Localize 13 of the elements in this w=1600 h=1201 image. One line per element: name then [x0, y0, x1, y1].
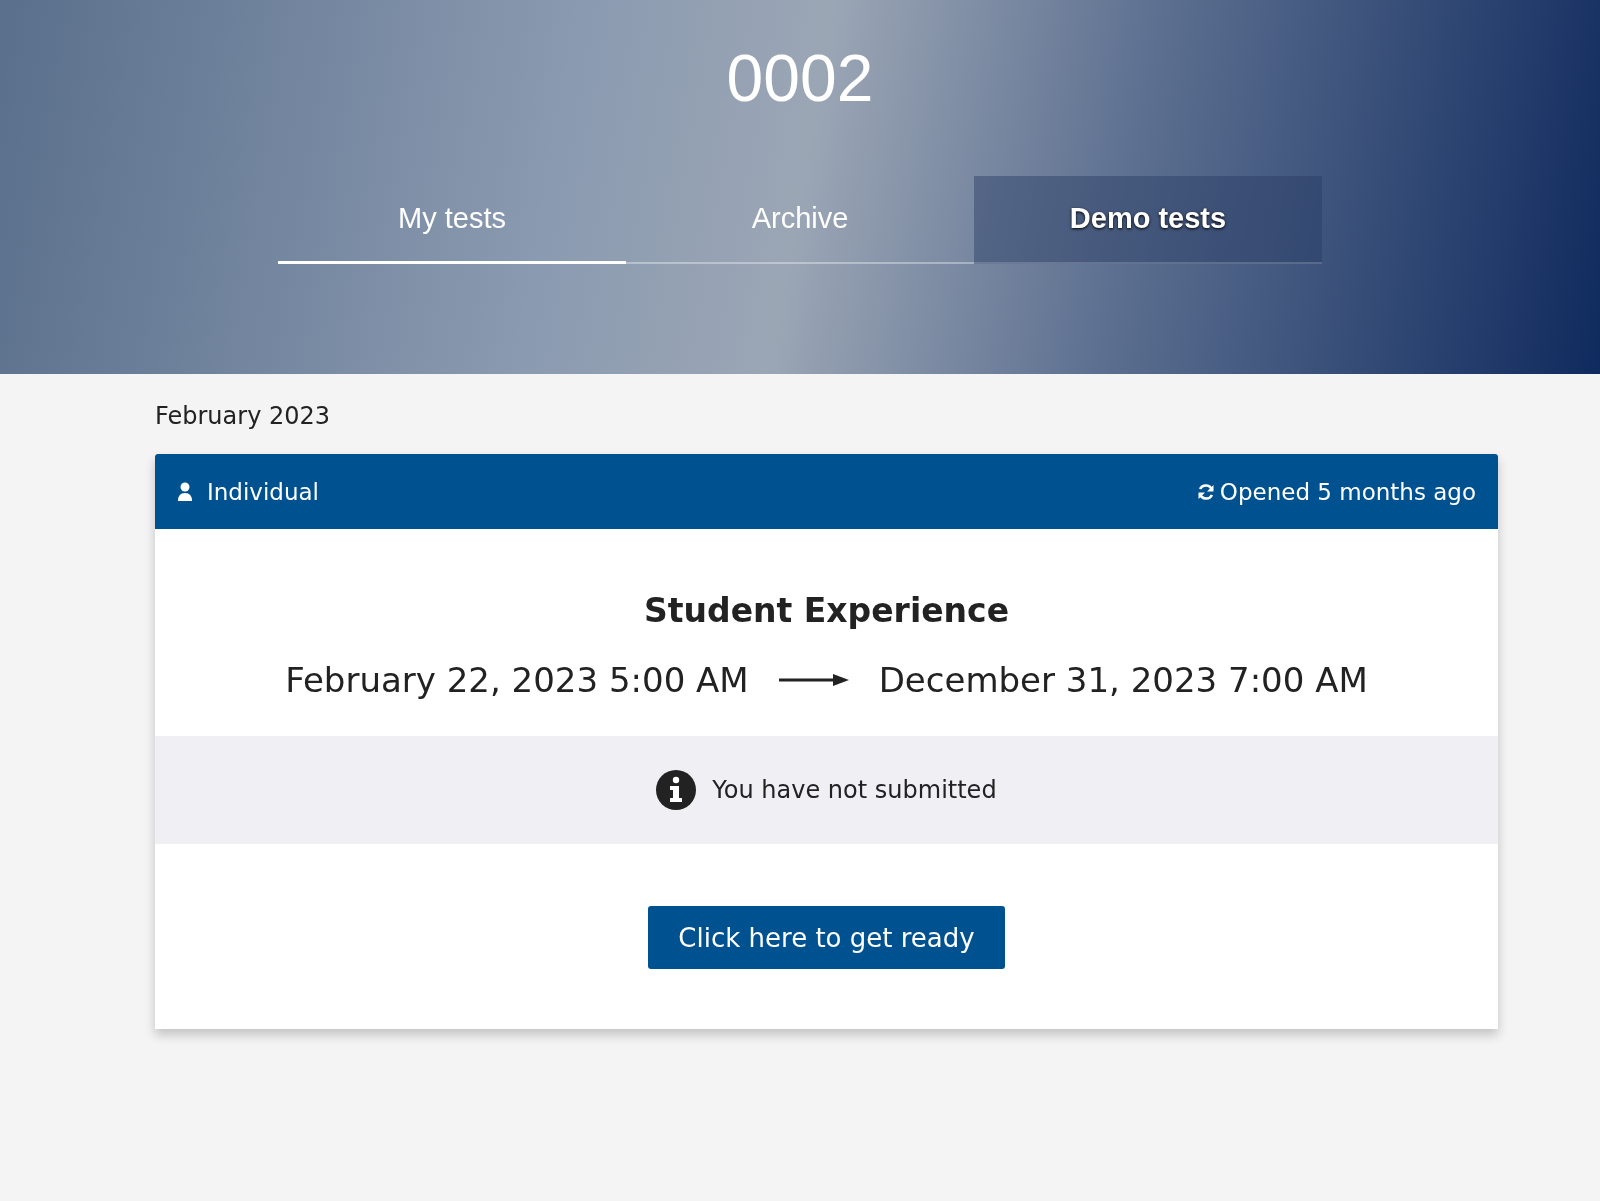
test-title: Student Experience — [643, 591, 1010, 630]
section-heading: February 2023 — [155, 402, 332, 430]
user-icon — [177, 481, 193, 502]
tab[interactable]: Demo tests — [974, 176, 1322, 264]
page-title: 0002 — [726, 40, 874, 116]
type-label: Individual — [207, 478, 319, 505]
end-date: December 31, 2023 7:00 AM — [878, 660, 1368, 700]
notice-text: You have not submitted — [712, 776, 997, 804]
get-ready-button[interactable]: Click here to get ready — [648, 906, 1005, 969]
arrow-icon — [778, 674, 849, 686]
status-text: Opened 5 months ago — [1219, 478, 1476, 505]
info-icon — [656, 770, 697, 810]
start-date: February 22, 2023 5:00 AM — [285, 660, 749, 700]
